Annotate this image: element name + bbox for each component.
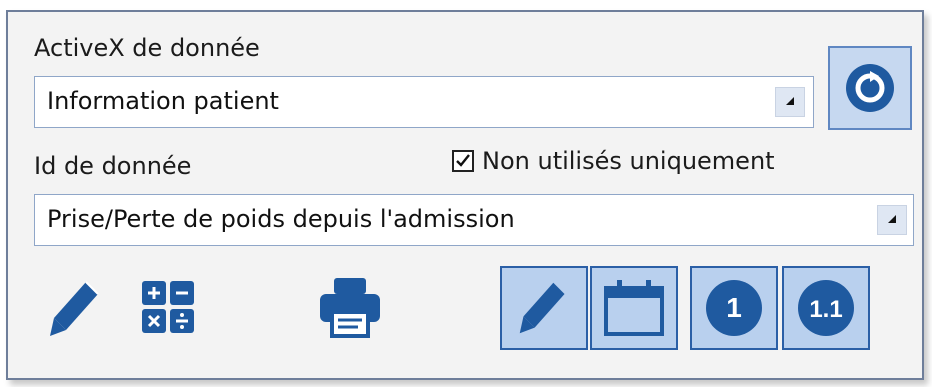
pencil-icon bbox=[50, 281, 99, 336]
decimal-value-button[interactable]: 1.1 bbox=[782, 266, 870, 350]
data-panel: ActiveX de donnée Information patient Id… bbox=[6, 10, 924, 380]
activex-dropdown-arrow-icon[interactable] bbox=[775, 87, 805, 117]
activex-combobox-value: Information patient bbox=[47, 87, 279, 115]
print-button[interactable] bbox=[318, 274, 382, 340]
edit-mode-button[interactable] bbox=[500, 266, 588, 350]
donnee-combobox-value: Prise/Perte de poids depuis l'admission bbox=[47, 205, 515, 233]
calculator-icon bbox=[142, 281, 194, 333]
pencil-icon bbox=[519, 282, 565, 334]
number-decimal-icon: 1.1 bbox=[798, 280, 854, 336]
calendar-button[interactable] bbox=[590, 266, 678, 350]
printer-icon bbox=[320, 278, 380, 338]
refresh-button[interactable] bbox=[828, 46, 912, 130]
non-utilises-checkbox[interactable] bbox=[452, 150, 474, 172]
decimal-value-text: 1.1 bbox=[809, 296, 842, 323]
edit-pencil-button[interactable] bbox=[46, 274, 106, 344]
activex-label: ActiveX de donnée bbox=[34, 34, 260, 62]
calendar-icon bbox=[604, 280, 664, 336]
checkmark-icon bbox=[456, 154, 470, 167]
donnee-combobox[interactable]: Prise/Perte de poids depuis l'admission bbox=[34, 194, 914, 246]
non-utilises-label: Non utilisés uniquement bbox=[482, 147, 775, 175]
non-utilises-checkbox-group[interactable]: Non utilisés uniquement bbox=[452, 147, 775, 175]
activex-combobox[interactable]: Information patient bbox=[34, 76, 814, 128]
integer-value-text: 1 bbox=[726, 292, 742, 323]
integer-value-button[interactable]: 1 bbox=[690, 266, 778, 350]
number-one-icon: 1 bbox=[706, 280, 762, 336]
donnee-label: Id de donnée bbox=[34, 152, 192, 180]
refresh-icon bbox=[846, 64, 894, 112]
calculator-button[interactable] bbox=[138, 274, 198, 340]
donnee-dropdown-arrow-icon[interactable] bbox=[877, 205, 907, 235]
